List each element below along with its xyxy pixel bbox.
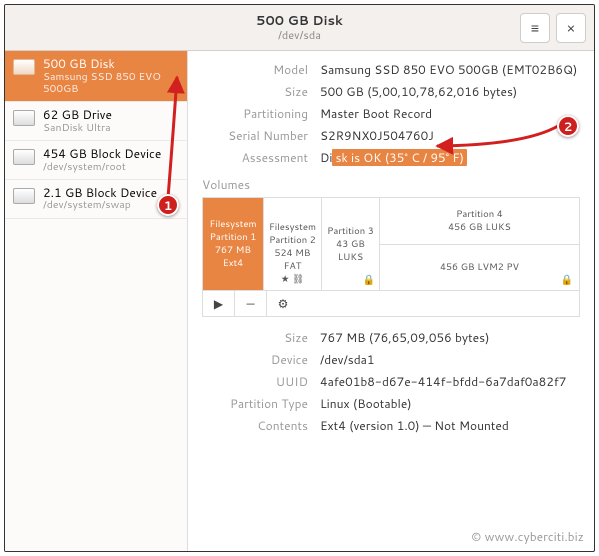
contents-label: Contents (202, 417, 320, 434)
model-label: Model (202, 61, 320, 78)
partitioning-label: Partitioning (202, 105, 320, 122)
volume-partition-3[interactable]: Partition 3 43 GB LUKS 🔒 (321, 198, 379, 290)
sidebar-drive-1[interactable]: 62 GB Drive SanDisk Ultra (5, 102, 187, 141)
drive-sub: SanDisk Ultra (43, 122, 112, 134)
drive-name: 62 GB Drive (43, 108, 112, 122)
chain-icon: ⛓ (292, 273, 304, 286)
device-value: /dev/sda1 (320, 351, 580, 368)
star-icon: ★ (281, 273, 290, 286)
volumes-title: Volumes (202, 176, 580, 193)
serial-value: S2R9NX0J504760J (320, 127, 580, 144)
disk-icon (13, 149, 35, 165)
volumes-map: Filesystem Partition 1 767 MB Ext4 Files… (202, 197, 580, 291)
serial-label: Serial Number (202, 127, 320, 144)
volume-partition-2[interactable]: Filesystem Partition 2 524 MB FAT ★ ⛓ (263, 198, 321, 290)
drive-name: 454 GB Block Device (43, 147, 161, 161)
size-label: Size (202, 83, 320, 100)
volume-partition-5[interactable]: 456 GB LVM2 PV 🔒 (380, 245, 579, 291)
volume-partition-4[interactable]: Partition 4 456 GB LUKS (380, 198, 579, 245)
window-subtitle: /dev/sda (256, 29, 343, 41)
settings-button[interactable]: ⚙ (267, 291, 299, 316)
mount-button[interactable]: ▶ (203, 291, 235, 316)
disk-icon (13, 59, 35, 75)
size-value: 500 GB (5,00,10,78,62,016 bytes) (320, 83, 580, 100)
drive-sub: Samsung SSD 850 EVO 500GB (43, 71, 179, 95)
drive-name: 500 GB Disk (43, 57, 179, 71)
minus-icon: — (246, 295, 254, 312)
sidebar-drive-0[interactable]: 500 GB Disk Samsung SSD 850 EVO 500GB (5, 51, 187, 102)
drive-sub: /dev/system/root (43, 161, 161, 173)
uuid-value: 4afe01b8-d67e-414f-bfdd-6a7daf0a82f7 (320, 373, 580, 390)
assessment-label: Assessment (202, 149, 320, 166)
drive-list: 500 GB Disk Samsung SSD 850 EVO 500GB 62… (5, 51, 188, 551)
play-icon: ▶ (214, 295, 223, 312)
psize-label: Size (202, 329, 320, 346)
volume-partition-1[interactable]: Filesystem Partition 1 767 MB Ext4 (203, 198, 263, 290)
assessment-highlight: sk is OK (35° C / 95° F) (332, 149, 467, 166)
lock-icon: 🔒 (363, 273, 375, 287)
hamburger-menu-button[interactable]: ≡ (520, 13, 550, 43)
device-label: Device (202, 351, 320, 368)
gear-icon: ⚙ (278, 295, 289, 312)
lock-icon: 🔒 (561, 273, 573, 287)
remove-button[interactable]: — (235, 291, 267, 316)
hamburger-icon: ≡ (531, 18, 539, 38)
assessment-value: Disk is OK (35° C / 95° F) (320, 149, 580, 166)
disk-icon (13, 110, 35, 126)
close-icon: × (567, 18, 576, 38)
psize-value: 767 MB (76,65,09,056 bytes) (320, 329, 580, 346)
model-value: Samsung SSD 850 EVO 500GB (EMT02B6Q) (320, 61, 580, 78)
ptype-label: Partition Type (202, 395, 320, 412)
drive-name: 2.1 GB Block Device (43, 186, 157, 200)
disk-icon (13, 188, 35, 204)
close-button[interactable]: × (556, 13, 586, 43)
sidebar-drive-3[interactable]: 2.1 GB Block Device /dev/system/swap (5, 180, 187, 219)
partitioning-value: Master Boot Record (320, 105, 580, 122)
watermark: © www.cyberciti.biz (471, 528, 584, 545)
contents-value: Ext4 (version 1.0) — Not Mounted (320, 417, 580, 434)
uuid-label: UUID (202, 373, 320, 390)
drive-sub: /dev/system/swap (43, 199, 157, 211)
ptype-value: Linux (Bootable) (320, 395, 580, 412)
sidebar-drive-2[interactable]: 454 GB Block Device /dev/system/root (5, 141, 187, 180)
